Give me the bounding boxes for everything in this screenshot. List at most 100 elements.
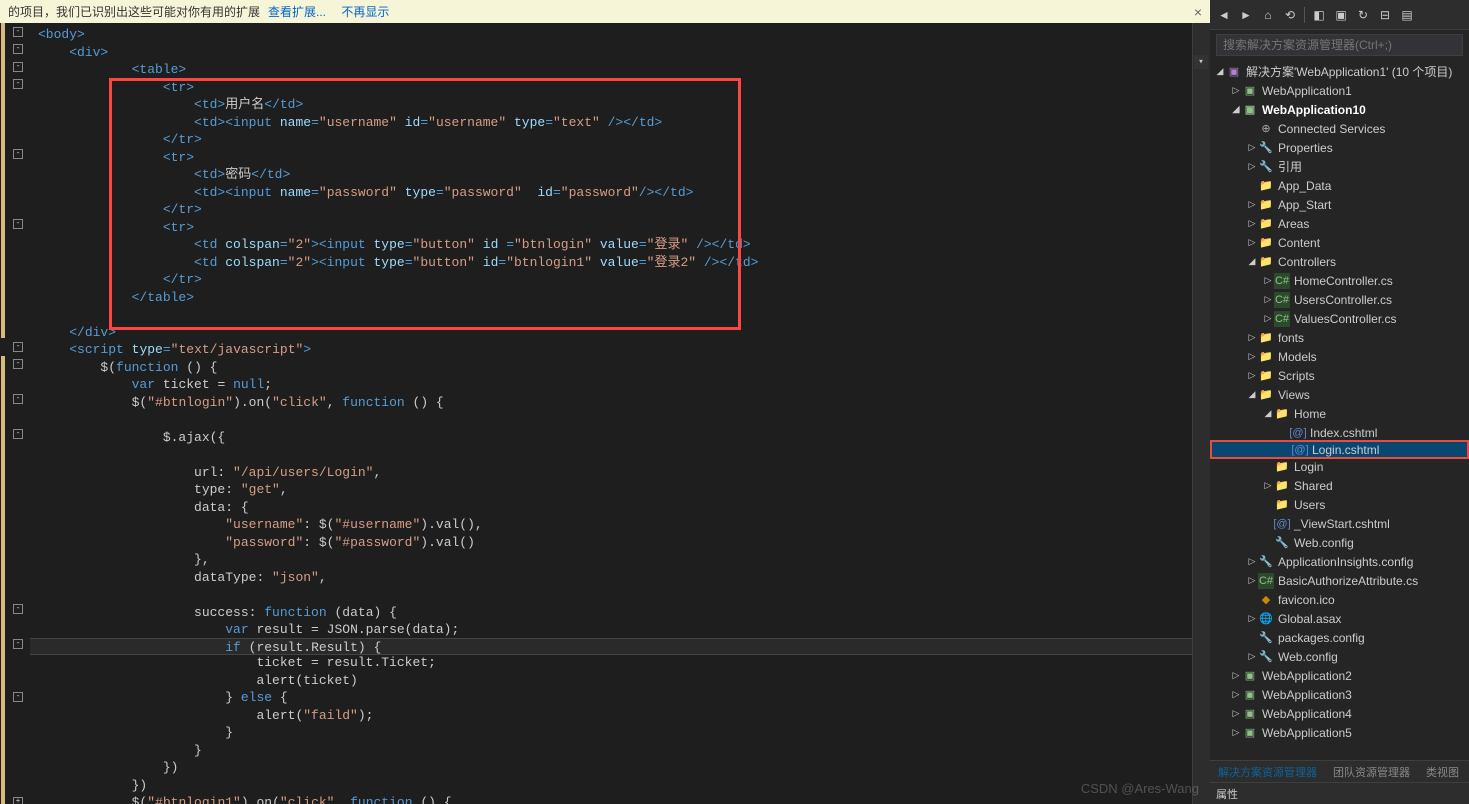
fold-toggle[interactable]: -: [13, 219, 23, 229]
tree-item-models[interactable]: ▷📁Models: [1210, 347, 1469, 366]
code-line[interactable]: <tr>: [30, 149, 1192, 167]
code-line[interactable]: alert("faild");: [30, 707, 1192, 725]
expand-arrow[interactable]: ◢: [1230, 104, 1242, 115]
code-line[interactable]: },: [30, 551, 1192, 569]
code-line[interactable]: [30, 411, 1192, 429]
expand-arrow[interactable]: ▷: [1246, 370, 1258, 381]
tree-item-userscontroller-cs[interactable]: ▷C#UsersController.cs: [1210, 290, 1469, 309]
tree-item-webapplication5[interactable]: ▷▣WebApplication5: [1210, 723, 1469, 742]
expand-arrow[interactable]: ▷: [1246, 613, 1258, 624]
code-editor[interactable]: <body> <div> <table> <tr> <td>用户名</td> <…: [30, 23, 1192, 804]
expand-arrow[interactable]: ▷: [1246, 199, 1258, 210]
code-line[interactable]: if (result.Result) {: [30, 638, 1192, 656]
code-line[interactable]: }: [30, 742, 1192, 760]
tree-item-webapplication2[interactable]: ▷▣WebApplication2: [1210, 666, 1469, 685]
tree-item-login-cshtml[interactable]: [@]Login.cshtml: [1210, 440, 1469, 459]
expand-arrow[interactable]: ▷: [1262, 313, 1274, 324]
tree-item-login[interactable]: 📁Login: [1210, 457, 1469, 476]
code-line[interactable]: dataType: "json",: [30, 569, 1192, 587]
tree-item-applicationinsights-config[interactable]: ▷🔧ApplicationInsights.config: [1210, 552, 1469, 571]
code-line[interactable]: </tr>: [30, 131, 1192, 149]
fold-toggle[interactable]: -: [13, 639, 23, 649]
code-line[interactable]: }: [30, 724, 1192, 742]
tree-item-web-config[interactable]: ▷🔧Web.config: [1210, 647, 1469, 666]
home-icon[interactable]: ⌂: [1260, 7, 1276, 23]
split-dropdown-icon[interactable]: ▾: [1194, 55, 1208, 69]
dont-show-link[interactable]: 不再显示: [341, 5, 389, 19]
code-line[interactable]: success: function (data) {: [30, 604, 1192, 622]
fold-toggle[interactable]: -: [13, 692, 23, 702]
code-line[interactable]: var ticket = null;: [30, 376, 1192, 394]
expand-arrow[interactable]: ▷: [1246, 332, 1258, 343]
tree-item-controllers[interactable]: ◢📁Controllers: [1210, 252, 1469, 271]
code-line[interactable]: </tr>: [30, 271, 1192, 289]
expand-arrow[interactable]: ▷: [1230, 670, 1242, 681]
code-line[interactable]: alert(ticket): [30, 672, 1192, 690]
tree-item-areas[interactable]: ▷📁Areas: [1210, 214, 1469, 233]
search-input[interactable]: [1216, 34, 1463, 56]
code-line[interactable]: <td colspan="2"><input type="button" id=…: [30, 254, 1192, 272]
expand-arrow[interactable]: ◢: [1246, 389, 1258, 400]
tree-item-scripts[interactable]: ▷📁Scripts: [1210, 366, 1469, 385]
expand-arrow[interactable]: ◢: [1262, 408, 1274, 419]
code-line[interactable]: <div>: [30, 44, 1192, 62]
tree-item-webapplication1[interactable]: ▷▣WebApplication1: [1210, 81, 1469, 100]
tree-item-home[interactable]: ◢📁Home: [1210, 404, 1469, 423]
show-all-icon[interactable]: ▣: [1333, 7, 1349, 23]
tab-solution-explorer[interactable]: 解决方案资源管理器: [1210, 764, 1325, 780]
tree-item-users[interactable]: 📁Users: [1210, 495, 1469, 514]
expand-arrow[interactable]: ▷: [1262, 480, 1274, 491]
fold-toggle[interactable]: -: [13, 342, 23, 352]
code-line[interactable]: $.ajax({: [30, 429, 1192, 447]
tree-item-properties[interactable]: ▷🔧Properties: [1210, 138, 1469, 157]
fold-toggle[interactable]: -: [13, 79, 23, 89]
code-line[interactable]: <td colspan="2"><input type="button" id …: [30, 236, 1192, 254]
collapse-icon[interactable]: ⊟: [1377, 7, 1393, 23]
code-line[interactable]: var result = JSON.parse(data);: [30, 621, 1192, 639]
code-line[interactable]: "password": $("#password").val(): [30, 534, 1192, 552]
tree-item-connected-services[interactable]: ⊕Connected Services: [1210, 119, 1469, 138]
fold-toggle[interactable]: +: [13, 797, 23, 804]
expand-arrow[interactable]: ▷: [1230, 689, 1242, 700]
tree-item-app-data[interactable]: 📁App_Data: [1210, 176, 1469, 195]
code-line[interactable]: }): [30, 777, 1192, 795]
pending-icon[interactable]: ◧: [1311, 7, 1327, 23]
code-line[interactable]: [30, 306, 1192, 324]
properties-icon[interactable]: ▤: [1399, 7, 1415, 23]
code-line[interactable]: [30, 446, 1192, 464]
fold-toggle[interactable]: -: [13, 604, 23, 614]
solution-node[interactable]: ◢ ▣ 解决方案'WebApplication1' (10 个项目): [1210, 62, 1469, 81]
tree-item---[interactable]: ▷🔧引用: [1210, 157, 1469, 176]
tree-item-homecontroller-cs[interactable]: ▷C#HomeController.cs: [1210, 271, 1469, 290]
fold-toggle[interactable]: -: [13, 359, 23, 369]
sync-icon[interactable]: ⟲: [1282, 7, 1298, 23]
tree-item-webapplication10[interactable]: ◢▣WebApplication10: [1210, 100, 1469, 119]
expand-arrow[interactable]: ▷: [1262, 294, 1274, 305]
fold-toggle[interactable]: -: [13, 394, 23, 404]
tree-item-packages-config[interactable]: 🔧packages.config: [1210, 628, 1469, 647]
code-line[interactable]: [30, 586, 1192, 604]
tree-item-web-config[interactable]: 🔧Web.config: [1210, 533, 1469, 552]
forward-icon[interactable]: ►: [1238, 7, 1254, 23]
code-line[interactable]: <script type="text/javascript">: [30, 341, 1192, 359]
code-line[interactable]: <tr>: [30, 79, 1192, 97]
code-line[interactable]: <td>用户名</td>: [30, 96, 1192, 114]
tree-item-content[interactable]: ▷📁Content: [1210, 233, 1469, 252]
fold-toggle[interactable]: -: [13, 429, 23, 439]
code-line[interactable]: $("#btnlogin").on("click", function () {: [30, 394, 1192, 412]
back-icon[interactable]: ◄: [1216, 7, 1232, 23]
tab-class-view[interactable]: 类视图: [1418, 764, 1467, 780]
expand-arrow[interactable]: ▷: [1246, 556, 1258, 567]
vertical-scrollbar[interactable]: [1192, 23, 1210, 804]
code-line[interactable]: <body>: [30, 26, 1192, 44]
refresh-icon[interactable]: ↻: [1355, 7, 1371, 23]
expand-arrow[interactable]: ▷: [1230, 727, 1242, 738]
expand-arrow[interactable]: ▷: [1262, 275, 1274, 286]
tree-item-basicauthorizeattribute-cs[interactable]: ▷C#BasicAuthorizeAttribute.cs: [1210, 571, 1469, 590]
fold-toggle[interactable]: -: [13, 62, 23, 72]
expand-arrow[interactable]: ▷: [1246, 142, 1258, 153]
tree-item-webapplication3[interactable]: ▷▣WebApplication3: [1210, 685, 1469, 704]
code-line[interactable]: <td><input name="username" id="username"…: [30, 114, 1192, 132]
tree-item-views[interactable]: ◢📁Views: [1210, 385, 1469, 404]
tree-item-webapplication4[interactable]: ▷▣WebApplication4: [1210, 704, 1469, 723]
